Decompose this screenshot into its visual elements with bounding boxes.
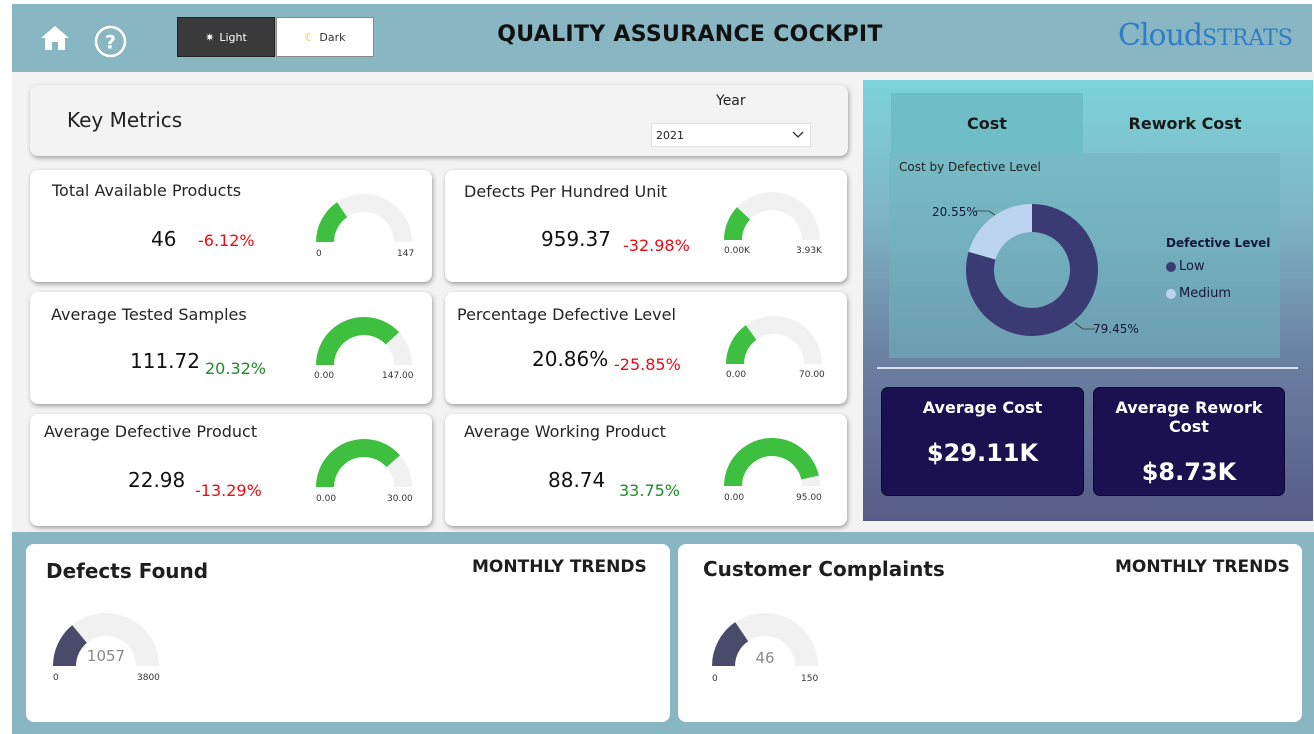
metric-gauge [724,192,820,240]
chevron-down-icon [792,128,804,143]
metric-delta: 20.32% [205,359,267,378]
gauge-min-label: 0 [316,249,322,259]
gauge-max-label: 70.00 [799,370,825,380]
kpi-value: $8.73K [1141,458,1237,486]
gauge-min-label: 0 [712,674,718,684]
metric-delta: -6.12% [198,231,255,250]
legend-label: Medium [1179,286,1231,301]
metric-value: 959.37 [541,227,611,251]
metric-gauge [724,438,820,486]
year-value: 2021 [656,128,684,142]
legend-swatch [1166,288,1176,299]
metric-gauge [316,439,412,487]
legend-item-low[interactable]: Low [1166,259,1205,274]
moon-icon: ☾ [304,30,315,44]
gauge-min-label: 0.00 [724,493,745,503]
gauge-min-label: 0 [53,673,59,683]
gauge-fill [316,317,399,365]
gauge-min-label: 0.00 [316,494,337,504]
key-metrics-title: Key Metrics [67,108,183,132]
year-label: Year [716,93,746,109]
metric-value: 22.98 [128,468,186,492]
defects-found-value: 1057 [86,647,126,665]
slice-label-low: 79.45% [1093,322,1139,336]
metric-title: Average Defective Product [44,422,258,441]
tab-rework-cost[interactable]: Rework Cost [1086,93,1284,153]
metric-title: Percentage Defective Level [457,305,676,324]
gauge-min-label: 0.00 [726,370,747,380]
average-rework-cost-card: Average Rework Cost $8.73K [1093,387,1285,496]
kpi-title: Average Rework Cost [1115,398,1263,436]
metric-delta: -25.85% [614,355,681,374]
legend-label: Low [1179,259,1205,274]
metric-title: Average Tested Samples [51,305,247,324]
brand-logo: CloudSTRATS [1118,18,1293,53]
metric-gauge [316,194,412,242]
defects-found-title: Defects Found [46,559,209,583]
donut-chart-title: Cost by Defective Level [899,160,1041,174]
home-icon[interactable] [39,24,71,52]
metric-value: 20.86% [532,347,609,371]
page-title: QUALITY ASSURANCE COCKPIT [497,22,883,47]
legend-swatch [1166,261,1176,272]
customer-complaints-title: Customer Complaints [703,557,945,581]
donut-leader-lines [975,210,1095,330]
year-dropdown[interactable]: 2021 [651,123,811,147]
metric-delta: -32.98% [623,236,690,255]
metric-value: 46 [151,227,177,251]
light-theme-button[interactable]: ✷ Light [177,17,275,57]
light-label: Light [219,30,247,44]
dark-theme-button[interactable]: ☾ Dark [276,17,374,57]
legend-item-medium[interactable]: Medium [1166,286,1231,301]
sun-icon: ✷ [205,30,215,44]
metric-value: 111.72 [130,349,200,373]
metric-value: 88.74 [548,468,606,492]
slice-label-medium: 20.55% [932,205,978,219]
metric-gauge [316,317,412,365]
gauge-max-label: 147 [397,249,415,259]
defects-monthly-trends-label: MONTHLY TRENDS [472,557,647,577]
kpi-title: Average Cost [922,398,1043,417]
gauge-max-label: 150 [801,674,819,684]
metric-delta: 33.75% [619,481,681,500]
tab-cost[interactable]: Cost [891,93,1083,153]
gauge-max-label: 3800 [137,673,160,683]
help-icon[interactable]: ? [94,25,127,58]
gauge-min-label: 0.00K [724,246,750,256]
gauge-fill [316,439,401,487]
panel-divider [877,367,1298,369]
metric-title: Defects Per Hundred Unit [464,182,668,201]
gauge-min-label: 0.00 [314,371,335,381]
gauge-max-label: 30.00 [387,494,413,504]
metric-delta: -13.29% [195,481,262,500]
customer-complaints-value: 46 [755,649,775,667]
dark-label: Dark [319,30,346,44]
metric-title: Average Working Product [464,422,666,441]
legend-title: Defective Level [1166,236,1271,250]
complaints-monthly-trends-label: MONTHLY TRENDS [1115,557,1290,577]
gauge-max-label: 147.00 [382,371,414,381]
gauge-max-label: 3.93K [796,246,822,256]
gauge-max-label: 95.00 [796,493,822,503]
metric-title: Total Available Products [52,181,242,200]
metric-gauge [726,316,822,364]
svg-text:?: ? [105,32,116,54]
kpi-value: $29.11K [926,439,1039,467]
average-cost-card: Average Cost $29.11K [881,387,1084,496]
